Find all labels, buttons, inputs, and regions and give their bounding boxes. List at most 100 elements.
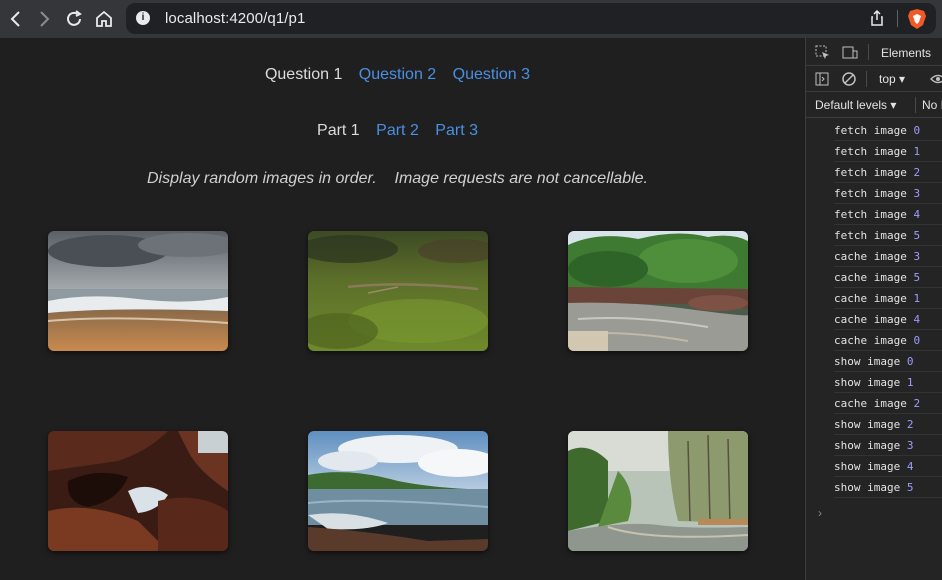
log-number: 1 <box>906 376 914 389</box>
log-message: cache image <box>834 250 907 263</box>
toolbar-separator <box>866 71 867 87</box>
log-message: show image <box>834 481 901 494</box>
log-message: fetch image <box>834 229 907 242</box>
log-number: 3 <box>906 439 914 452</box>
app-page: Question 1 Question 2 Question 3 Part 1 … <box>0 38 805 580</box>
log-message: cache image <box>834 271 907 284</box>
image-mossy-ground <box>308 231 488 351</box>
log-number: 0 <box>913 334 921 347</box>
log-number: 5 <box>906 481 914 494</box>
console-log-row: cache image 2 <box>834 393 942 414</box>
log-number: 5 <box>913 271 921 284</box>
log-message: show image <box>834 355 901 368</box>
clear-console-icon[interactable] <box>842 72 856 88</box>
image-beach-shore <box>48 231 228 351</box>
log-message: show image <box>834 418 901 431</box>
brave-shields-icon[interactable] <box>907 8 927 30</box>
image-winding-road <box>568 431 748 551</box>
console-log-row: cache image 1 <box>834 288 942 309</box>
part-nav: Part 1 Part 2 Part 3 <box>0 122 795 140</box>
log-number: 2 <box>913 397 921 410</box>
log-message: show image <box>834 376 901 389</box>
log-number: 0 <box>913 124 921 137</box>
console-log-row: fetch image 3 <box>834 183 942 204</box>
log-level-bar: Default levels ▾ No I <box>806 92 942 118</box>
question-nav: Question 1 Question 2 Question 3 <box>0 66 795 84</box>
log-number: 5 <box>913 229 921 242</box>
part-3-link[interactable]: Part 3 <box>435 122 478 140</box>
home-icon[interactable] <box>92 7 116 31</box>
log-number: 2 <box>913 166 921 179</box>
log-number: 1 <box>913 145 921 158</box>
share-icon[interactable] <box>868 9 886 27</box>
console-log-row: cache image 0 <box>834 330 942 351</box>
log-message: show image <box>834 460 901 473</box>
log-message: fetch image <box>834 166 907 179</box>
console-log-row: fetch image 2 <box>834 162 942 183</box>
url-text[interactable]: localhost:4200/q1/p1 <box>165 10 305 27</box>
console-log-row: show image 2 <box>834 414 942 435</box>
site-info-icon[interactable]: i <box>136 11 150 25</box>
console-log-row: cache image 5 <box>834 267 942 288</box>
log-number: 4 <box>906 460 914 473</box>
console-log-row: fetch image 0 <box>834 120 942 141</box>
context-label: top <box>879 72 896 86</box>
live-expression-eye-icon[interactable] <box>930 72 942 88</box>
task-description: Display random images in order. Image re… <box>147 170 648 187</box>
log-number: 0 <box>906 355 914 368</box>
console-log-row: cache image 3 <box>834 246 942 267</box>
log-message: fetch image <box>834 187 907 200</box>
console-log-row: show image 3 <box>834 435 942 456</box>
inspect-element-icon[interactable] <box>815 45 830 62</box>
devtools-panel: Elements top ▾ Default levels ▾ No I fet… <box>805 38 942 580</box>
log-message: show image <box>834 439 901 452</box>
console-log-row: show image 0 <box>834 351 942 372</box>
question-1-link[interactable]: Question 1 <box>265 66 342 84</box>
part-2-link[interactable]: Part 2 <box>376 122 419 140</box>
log-number: 3 <box>913 187 921 200</box>
reload-icon[interactable] <box>62 7 86 31</box>
image-coastal-bay <box>308 431 488 551</box>
tab-elements[interactable]: Elements <box>881 46 931 60</box>
image-forest-stream <box>568 231 748 351</box>
log-message: cache image <box>834 292 907 305</box>
console-log-row: cache image 4 <box>834 309 942 330</box>
browser-toolbar: i localhost:4200/q1/p1 <box>0 0 942 38</box>
issues-counter[interactable]: No I <box>922 98 942 112</box>
levels-separator <box>915 97 916 113</box>
log-message: cache image <box>834 334 907 347</box>
question-2-link[interactable]: Question 2 <box>359 66 436 84</box>
log-message: fetch image <box>834 208 907 221</box>
console-log-row: fetch image 1 <box>834 141 942 162</box>
levels-label: Default levels <box>815 98 888 112</box>
forward-icon[interactable] <box>32 7 56 31</box>
log-number: 4 <box>913 313 921 326</box>
context-selector[interactable]: top ▾ <box>879 72 905 86</box>
log-message: cache image <box>834 397 907 410</box>
tab-separator <box>868 44 869 60</box>
console-log-row: show image 1 <box>834 372 942 393</box>
devtools-tabbar: Elements <box>806 38 942 66</box>
console-toolbar: top ▾ <box>806 66 942 92</box>
image-red-rocks <box>48 431 228 551</box>
console-log-list: fetch image 0 fetch image 1 fetch image 2f… <box>806 120 942 498</box>
log-message: fetch image <box>834 145 907 158</box>
sidebar-toggle-icon[interactable] <box>815 72 829 88</box>
device-toolbar-icon[interactable] <box>842 45 858 62</box>
log-number: 3 <box>913 250 921 263</box>
console-log-row: fetch image 5 <box>834 225 942 246</box>
address-bar[interactable]: i localhost:4200/q1/p1 <box>126 3 936 34</box>
question-3-link[interactable]: Question 3 <box>453 66 530 84</box>
back-icon[interactable] <box>4 7 28 31</box>
log-levels-dropdown[interactable]: Default levels ▾ <box>815 98 896 112</box>
part-1-link[interactable]: Part 1 <box>317 122 360 140</box>
console-log-row: show image 4 <box>834 456 942 477</box>
log-message: fetch image <box>834 124 907 137</box>
console-prompt[interactable]: › <box>818 506 822 520</box>
log-message: cache image <box>834 313 907 326</box>
log-number: 4 <box>913 208 921 221</box>
toolbar-separator <box>897 10 898 27</box>
console-log-row: fetch image 4 <box>834 204 942 225</box>
log-number: 1 <box>913 292 921 305</box>
log-number: 2 <box>906 418 914 431</box>
